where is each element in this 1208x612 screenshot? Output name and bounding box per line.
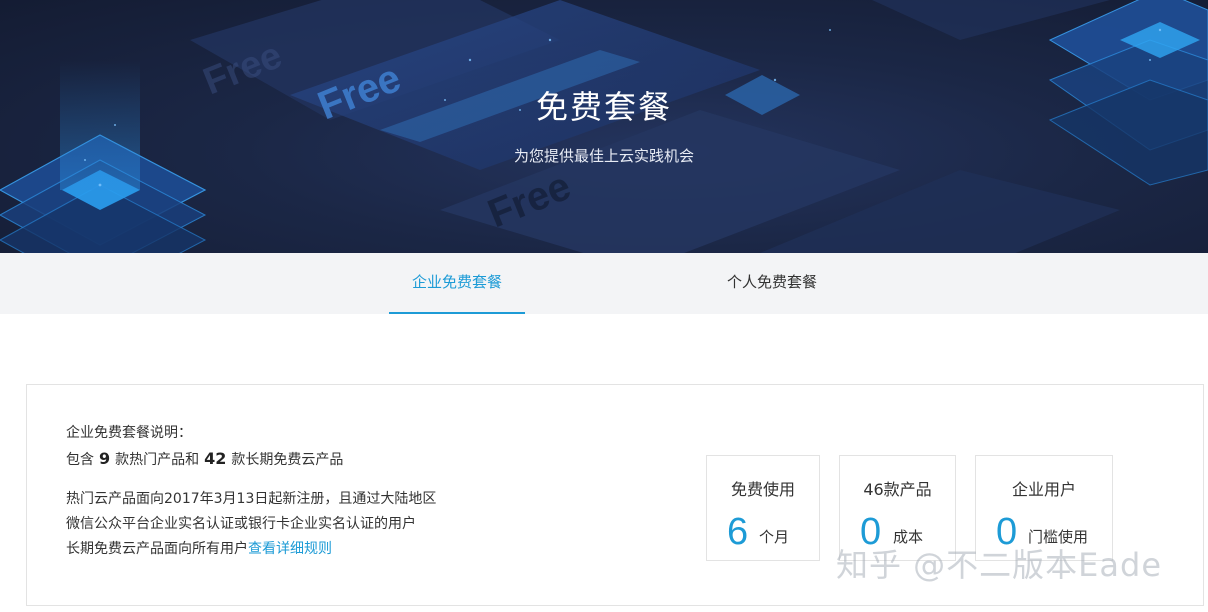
tab-personal-free-plan[interactable]: 个人免费套餐 xyxy=(704,253,840,314)
summary-mid: 款热门产品和 xyxy=(115,452,200,468)
view-detailed-rules-link[interactable]: 查看详细规则 xyxy=(248,541,332,557)
stat-unit: 个月 xyxy=(759,528,790,546)
note-line-1: 热门云产品面向2017年3月13日起新注册，且通过大陆地区 xyxy=(66,491,437,507)
stat-free-usage: 免费使用 6 个月 xyxy=(706,455,820,561)
description-summary: 包含 9 款热门产品和 42 款长期免费云产品 xyxy=(66,446,436,471)
hot-product-count: 9 xyxy=(99,449,111,468)
page-title: 免费套餐 xyxy=(535,88,672,126)
note-line-2: 微信公众平台企业实名认证或银行卡企业实名认证的用户 xyxy=(66,516,416,532)
plan-description: 企业免费套餐说明： 包含 9 款热门产品和 42 款长期免费云产品 热门云产品面向201… xyxy=(66,421,436,562)
tab-enterprise-free-plan[interactable]: 企业免费套餐 xyxy=(389,253,525,314)
long-term-product-count: 42 xyxy=(204,449,227,468)
summary-suffix: 款长期免费云产品 xyxy=(231,452,344,468)
note-line-3-text: 长期免费云产品面向所有用户 xyxy=(66,541,248,557)
page-subtitle: 为您提供最佳上云实践机会 xyxy=(513,147,694,165)
zhihu-watermark: 知乎 @不二版本Eade xyxy=(836,546,1163,584)
stat-label: 46款产品 xyxy=(863,480,932,499)
stat-label: 企业用户 xyxy=(1011,480,1076,499)
description-heading: 企业免费套餐说明： xyxy=(66,425,192,441)
plan-tab-bar: 企业免费套餐 个人免费套餐 xyxy=(0,253,1208,314)
note-line-3: 长期免费云产品面向所有用户查看详细规则 xyxy=(66,537,436,562)
stat-label: 免费使用 xyxy=(730,480,795,499)
summary-prefix: 包含 xyxy=(66,452,94,468)
stat-value: 6 xyxy=(727,511,749,553)
hero-banner: Free Free Free 免费套餐 为您提供最佳上云实践机会 xyxy=(0,0,1208,253)
